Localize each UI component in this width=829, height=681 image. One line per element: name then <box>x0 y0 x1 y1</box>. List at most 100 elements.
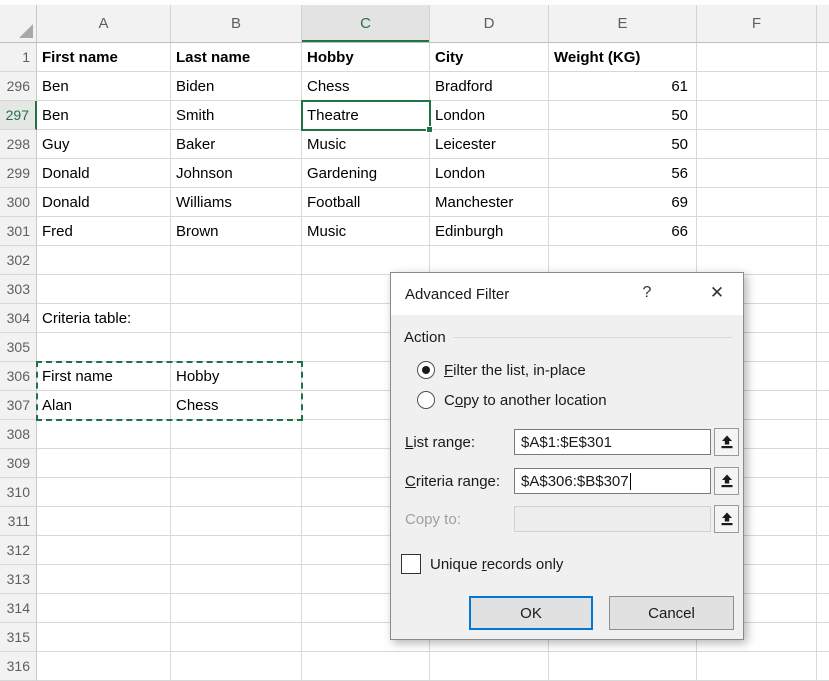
column-header-A[interactable]: A <box>37 5 171 42</box>
row-header-303[interactable]: 303 <box>0 275 37 304</box>
cell[interactable]: Williams <box>171 188 302 217</box>
cell[interactable] <box>697 217 817 246</box>
cell[interactable] <box>817 420 829 449</box>
cell[interactable]: Baker <box>171 130 302 159</box>
cell[interactable] <box>37 420 171 449</box>
criteria-range-input[interactable]: $A$306:$B$307 <box>514 468 711 494</box>
cell[interactable] <box>171 507 302 536</box>
select-all-button[interactable] <box>0 5 37 42</box>
cell[interactable] <box>817 652 829 681</box>
cell[interactable] <box>817 72 829 101</box>
row-header-306[interactable]: 306 <box>0 362 37 391</box>
cell[interactable] <box>37 275 171 304</box>
criteria-range-collapse-button[interactable] <box>714 467 739 495</box>
row-header-309[interactable]: 309 <box>0 449 37 478</box>
column-header-B[interactable]: B <box>171 5 302 42</box>
cell[interactable]: 69 <box>549 188 697 217</box>
cell[interactable]: Guy <box>37 130 171 159</box>
cell[interactable] <box>817 594 829 623</box>
cell[interactable] <box>697 101 817 130</box>
cell[interactable] <box>817 101 829 130</box>
cell[interactable]: City <box>430 43 549 72</box>
cell[interactable] <box>817 43 829 72</box>
cell[interactable] <box>171 652 302 681</box>
row-header-1[interactable]: 1 <box>0 43 37 72</box>
cell[interactable] <box>817 507 829 536</box>
column-header-D[interactable]: D <box>430 5 549 42</box>
cell[interactable]: 66 <box>549 217 697 246</box>
cell[interactable] <box>817 449 829 478</box>
cell[interactable]: Biden <box>171 72 302 101</box>
cell[interactable] <box>430 652 549 681</box>
column-header-F[interactable]: F <box>697 5 817 42</box>
cell[interactable] <box>697 188 817 217</box>
cell[interactable] <box>697 43 817 72</box>
cell[interactable] <box>430 246 549 275</box>
cell[interactable] <box>171 333 302 362</box>
list-range-collapse-button[interactable] <box>714 428 739 456</box>
cell[interactable] <box>171 420 302 449</box>
cell[interactable] <box>817 623 829 652</box>
cell[interactable]: Ben <box>37 72 171 101</box>
row-header-307[interactable]: 307 <box>0 391 37 420</box>
copy-to-collapse-button[interactable] <box>714 505 739 533</box>
cell[interactable]: London <box>430 159 549 188</box>
column-header-C[interactable]: C <box>302 5 430 42</box>
cell[interactable] <box>817 304 829 333</box>
cell[interactable] <box>171 275 302 304</box>
cell[interactable] <box>697 130 817 159</box>
cell[interactable]: Weight (KG) <box>549 43 697 72</box>
unique-records-checkbox[interactable] <box>401 554 421 574</box>
cell[interactable] <box>697 72 817 101</box>
row-header-316[interactable]: 316 <box>0 652 37 681</box>
cell[interactable]: Music <box>302 217 430 246</box>
cell[interactable] <box>37 565 171 594</box>
cell[interactable]: Chess <box>302 72 430 101</box>
cell[interactable] <box>817 536 829 565</box>
cell[interactable]: 50 <box>549 130 697 159</box>
cell[interactable] <box>817 188 829 217</box>
cell[interactable] <box>171 449 302 478</box>
radio-filter-in-place[interactable]: Filter the list, in-place <box>417 360 586 380</box>
cell[interactable]: Criteria table: <box>37 304 171 333</box>
row-header-299[interactable]: 299 <box>0 159 37 188</box>
cell[interactable]: Leicester <box>430 130 549 159</box>
ok-button[interactable]: OK <box>469 596 593 630</box>
cell[interactable] <box>817 159 829 188</box>
cell[interactable]: Donald <box>37 159 171 188</box>
cell[interactable] <box>697 159 817 188</box>
list-range-input[interactable]: $A$1:$E$301 <box>514 429 711 455</box>
row-header-300[interactable]: 300 <box>0 188 37 217</box>
cell[interactable]: 56 <box>549 159 697 188</box>
cell[interactable] <box>817 275 829 304</box>
row-header-314[interactable]: 314 <box>0 594 37 623</box>
cell[interactable]: Football <box>302 188 430 217</box>
row-header-304[interactable]: 304 <box>0 304 37 333</box>
cell[interactable] <box>817 217 829 246</box>
cell[interactable]: Donald <box>37 188 171 217</box>
cell[interactable]: Smith <box>171 101 302 130</box>
cell[interactable] <box>37 449 171 478</box>
cell[interactable] <box>37 478 171 507</box>
cell[interactable] <box>549 246 697 275</box>
cell[interactable] <box>171 623 302 652</box>
row-header-302[interactable]: 302 <box>0 246 37 275</box>
dialog-titlebar[interactable]: Advanced Filter <box>391 273 743 315</box>
fill-handle[interactable] <box>426 126 433 133</box>
cell[interactable]: Gardening <box>302 159 430 188</box>
cell[interactable]: Ben <box>37 101 171 130</box>
cell[interactable]: Fred <box>37 217 171 246</box>
row-header-305[interactable]: 305 <box>0 333 37 362</box>
row-header-313[interactable]: 313 <box>0 565 37 594</box>
cell[interactable]: Manchester <box>430 188 549 217</box>
cell[interactable] <box>171 536 302 565</box>
cell[interactable] <box>697 246 817 275</box>
cell[interactable] <box>171 565 302 594</box>
cell[interactable]: Bradford <box>430 72 549 101</box>
cell[interactable]: 61 <box>549 72 697 101</box>
cell[interactable]: Music <box>302 130 430 159</box>
column-header-E[interactable]: E <box>549 5 697 42</box>
cell[interactable]: Last name <box>171 43 302 72</box>
cell[interactable] <box>302 652 430 681</box>
cell[interactable] <box>817 333 829 362</box>
